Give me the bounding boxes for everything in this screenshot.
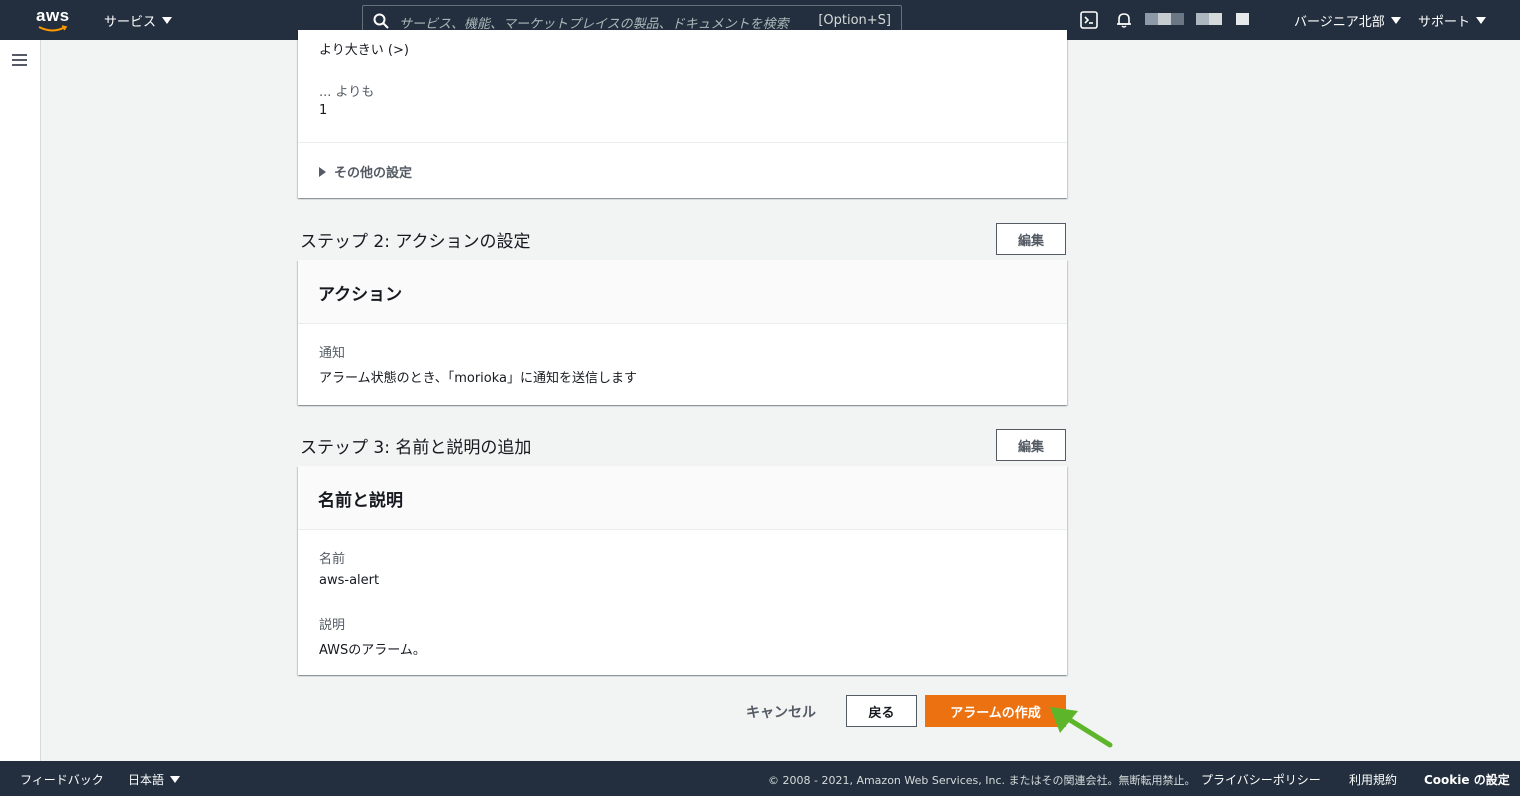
services-menu[interactable]: サービス (104, 11, 173, 30)
feedback-link[interactable]: フィードバック (20, 771, 104, 788)
description-value: AWSのアラーム。 (319, 643, 426, 658)
actions-panel: アクション 通知 アラーム状態のとき、「morioka」に通知を送信します (298, 260, 1067, 405)
name-label: 名前 (319, 552, 346, 567)
hamburger-icon[interactable] (12, 54, 28, 68)
account-name-redacted[interactable] (1145, 13, 1249, 25)
notify-value: アラーム状態のとき、「morioka」に通知を送信します (319, 371, 637, 386)
other-settings-label: その他の設定 (334, 166, 413, 181)
step3-title: ステップ 3: 名前と説明の追加 (300, 438, 532, 458)
support-label: サポート (1418, 15, 1471, 30)
services-label: サービス (104, 15, 157, 30)
cancel-button[interactable]: キャンセル (746, 702, 816, 722)
caret-down-icon (170, 776, 181, 783)
arrow-annotation-icon (1050, 707, 1113, 748)
create-alarm-button[interactable]: アラームの作成 (925, 695, 1066, 727)
terms-link[interactable]: 利用規約 (1349, 771, 1397, 788)
cloudshell-icon[interactable] (1080, 11, 1098, 29)
region-selector[interactable]: バージニア北部 (1294, 11, 1401, 30)
search-icon (373, 13, 389, 29)
step3-edit-button[interactable]: 編集 (996, 429, 1066, 461)
language-label: 日本語 (128, 773, 165, 787)
notify-label: 通知 (319, 346, 346, 361)
caret-down-icon (162, 17, 173, 24)
aws-logo-text: aws (36, 6, 70, 25)
bell-icon[interactable] (1115, 11, 1133, 29)
name-value: aws-alert (319, 573, 380, 588)
operator-value: より大きい (>) (319, 43, 409, 58)
caret-down-icon (1390, 17, 1401, 24)
condition-panel: より大きい (>) ... よりも 1 その他の設定 (298, 30, 1067, 198)
triangle-right-icon (319, 166, 326, 177)
language-selector[interactable]: 日本語 (128, 771, 181, 788)
name-description-panel: 名前と説明 名前 aws-alert 説明 AWSのアラーム。 (298, 466, 1067, 675)
description-label: 説明 (319, 618, 346, 633)
side-panel (0, 40, 41, 761)
threshold-label: ... よりも (319, 85, 375, 100)
divider (298, 142, 1067, 143)
threshold-value: 1 (319, 103, 328, 118)
other-settings-toggle[interactable]: その他の設定 (319, 162, 412, 181)
cookie-settings-link[interactable]: Cookie の設定 (1424, 771, 1510, 788)
privacy-link[interactable]: プライバシーポリシー (1201, 771, 1321, 788)
region-label: バージニア北部 (1294, 15, 1385, 30)
name-description-panel-title: 名前と説明 (298, 466, 1067, 530)
back-button[interactable]: 戻る (846, 695, 917, 727)
aws-logo[interactable]: aws (36, 6, 76, 34)
step2-title: ステップ 2: アクションの設定 (300, 232, 531, 252)
copyright-text: © 2008 - 2021, Amazon Web Services, Inc.… (768, 774, 1196, 787)
search-shortcut: [Option+S] (818, 13, 891, 28)
support-menu[interactable]: サポート (1418, 11, 1487, 30)
actions-panel-title: アクション (298, 260, 1067, 324)
caret-down-icon (1476, 17, 1487, 24)
aws-smile-icon (38, 25, 68, 32)
step2-edit-button[interactable]: 編集 (996, 223, 1066, 255)
footer: フィードバック 日本語 © 2008 - 2021, Amazon Web Se… (0, 761, 1520, 796)
